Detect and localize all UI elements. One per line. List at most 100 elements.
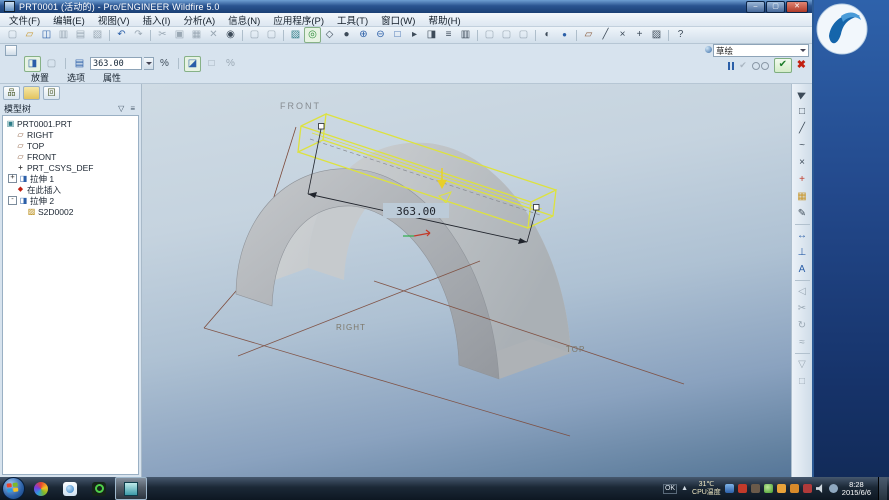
line-icon[interactable]: ╱	[793, 120, 812, 137]
desktop-background[interactable]	[814, 0, 889, 477]
preview-glasses-icon[interactable]	[752, 62, 769, 70]
cut-icon[interactable]: ✂	[154, 27, 171, 43]
tree-item-right[interactable]: ▱ RIGHT	[3, 129, 138, 140]
minimize-button[interactable]: –	[746, 1, 765, 13]
security-tray-icon[interactable]	[738, 484, 747, 493]
find-icon[interactable]: ◉	[222, 27, 239, 43]
download-tray-icon[interactable]	[777, 484, 786, 493]
send-icon[interactable]: ▧	[89, 27, 106, 43]
graphics-area[interactable]: 363.00 FRONT RIGHT TOP	[142, 84, 791, 477]
rectangle-icon[interactable]: □	[793, 103, 812, 120]
tree-item-extrude-2[interactable]: - ◨ 拉伸 2	[3, 195, 138, 206]
cancel-button[interactable]: ✖	[797, 59, 806, 72]
print-icon[interactable]: ▥	[55, 27, 72, 43]
copy-icon[interactable]: ▣	[171, 27, 188, 43]
folder-browser-tab-icon[interactable]	[23, 86, 40, 100]
depth-value-input[interactable]	[90, 57, 142, 70]
select-box-icon[interactable]: ▢	[246, 27, 263, 43]
menu-info[interactable]: 信息(N)	[228, 13, 260, 27]
expand-icon[interactable]: +	[8, 174, 17, 183]
depth-type-icon[interactable]: ▤	[71, 56, 88, 72]
orient-mode-icon[interactable]: ◇	[321, 27, 338, 43]
rotate-resize-icon[interactable]: ↻	[793, 317, 812, 334]
tree-item-top[interactable]: ▱ TOP	[3, 140, 138, 151]
extrude-surface-icon[interactable]: ▢	[43, 56, 60, 72]
csys-display-icon[interactable]: +	[631, 27, 648, 43]
tray-ok-badge[interactable]: OK	[663, 484, 677, 494]
spare-tool-icon[interactable]: ▽	[793, 356, 812, 373]
display-style-icon[interactable]: ◐	[539, 27, 556, 43]
dimension-value[interactable]: 363.00	[396, 205, 436, 218]
tree-item-extrude-1[interactable]: + ◨ 拉伸 1	[3, 173, 138, 184]
accept-button[interactable]: ✔	[774, 58, 792, 73]
collapse-icon[interactable]: -	[8, 196, 17, 205]
drag-handle-left[interactable]	[319, 124, 325, 130]
taskbar-green-app-icon[interactable]	[86, 479, 112, 498]
menu-applications[interactable]: 应用程序(P)	[273, 13, 324, 27]
maximize-button[interactable]: ▢	[766, 1, 785, 13]
menu-file[interactable]: 文件(F)	[9, 13, 40, 27]
layers-icon[interactable]: ≡	[440, 27, 457, 43]
network-tray-icon[interactable]	[725, 484, 734, 493]
dashboard-collapse-icon[interactable]	[5, 45, 17, 56]
window-3-icon[interactable]: ▢	[515, 27, 532, 43]
verify-icon[interactable]: ✔	[739, 60, 747, 71]
extrude-solid-icon[interactable]: ◨	[24, 56, 41, 72]
point-display-icon[interactable]: ×	[614, 27, 631, 43]
titlebar[interactable]: PRT0001 (活动的) - Pro/ENGINEER Wildfire 5.…	[0, 0, 812, 13]
start-button[interactable]	[2, 477, 25, 500]
point-icon[interactable]: ×	[793, 154, 812, 171]
depth-dropdown-button[interactable]	[144, 57, 154, 70]
menu-window[interactable]: 窗口(W)	[381, 13, 415, 27]
spline-icon[interactable]: ~	[793, 137, 812, 154]
help-icon[interactable]: ?	[672, 27, 689, 43]
refit-icon[interactable]: □	[389, 27, 406, 43]
offset-icon[interactable]: ≈	[793, 334, 812, 351]
hidden-icons-arrow[interactable]: ▲	[681, 485, 688, 492]
paste-icon[interactable]: ▦	[188, 27, 205, 43]
new-icon[interactable]: ▢	[4, 27, 21, 43]
redo-icon[interactable]: ↷	[130, 27, 147, 43]
favorites-tab-icon[interactable]: 回	[43, 86, 60, 100]
section-type-dropdown[interactable]: 草绘	[713, 44, 809, 57]
reorient-icon[interactable]: ▸	[406, 27, 423, 43]
delete-icon[interactable]: ✕	[205, 27, 222, 43]
undo-icon[interactable]: ↶	[113, 27, 130, 43]
flip-direction-icon[interactable]: %	[156, 56, 173, 72]
modify-icon[interactable]: ✎	[793, 205, 812, 222]
menu-tools[interactable]: 工具(T)	[337, 13, 368, 27]
tree-settings-icon[interactable]: ≡	[128, 103, 137, 114]
thicken-icon[interactable]: ◪	[184, 56, 201, 72]
trim-icon[interactable]: ✂	[793, 300, 812, 317]
select-all-icon[interactable]: ▢	[263, 27, 280, 43]
tree-item-prt0001[interactable]: ▣ PRT0001.PRT	[3, 118, 138, 129]
remove-material-icon[interactable]: □	[203, 56, 220, 72]
menu-edit[interactable]: 编辑(E)	[53, 13, 85, 27]
datum-toggle-icon[interactable]: ●	[556, 27, 573, 43]
save-icon[interactable]: ◫	[38, 27, 55, 43]
alert-tray-icon[interactable]	[803, 484, 812, 493]
tab-options[interactable]: 选项	[60, 71, 92, 84]
bank-tray-icon[interactable]	[751, 484, 760, 493]
constraint-icon[interactable]: ⊥	[793, 244, 812, 261]
open-icon[interactable]: ▱	[21, 27, 38, 43]
print-preview-icon[interactable]: ▤	[72, 27, 89, 43]
dimension-icon[interactable]: ↔	[793, 227, 812, 244]
pause-icon[interactable]	[728, 62, 734, 70]
palette-icon[interactable]: ▦	[793, 188, 812, 205]
zoom-in-icon[interactable]: ⊕	[355, 27, 372, 43]
window-1-icon[interactable]: ▢	[481, 27, 498, 43]
zoom-out-icon[interactable]: ⊖	[372, 27, 389, 43]
model-tree-tab-icon[interactable]: 品	[3, 86, 20, 100]
flip-material-side-icon[interactable]: %	[222, 56, 239, 72]
repaint-icon[interactable]: ▨	[287, 27, 304, 43]
window-2-icon[interactable]: ▢	[498, 27, 515, 43]
taskbar-proe-active-icon[interactable]	[115, 477, 147, 500]
tree-item-sketch-s2d0002[interactable]: ▨ S2D0002	[3, 206, 138, 217]
tree-item-csys[interactable]: + PRT_CSYS_DEF	[3, 162, 138, 173]
antivirus-tray-icon[interactable]	[764, 484, 773, 493]
menu-view[interactable]: 视图(V)	[98, 13, 130, 27]
sync-icon[interactable]	[829, 484, 838, 493]
taskbar-clock[interactable]: 8:28 2015/6/6	[842, 481, 871, 497]
cpu-temp-widget[interactable]: 31℃ CPU温度	[692, 481, 721, 496]
